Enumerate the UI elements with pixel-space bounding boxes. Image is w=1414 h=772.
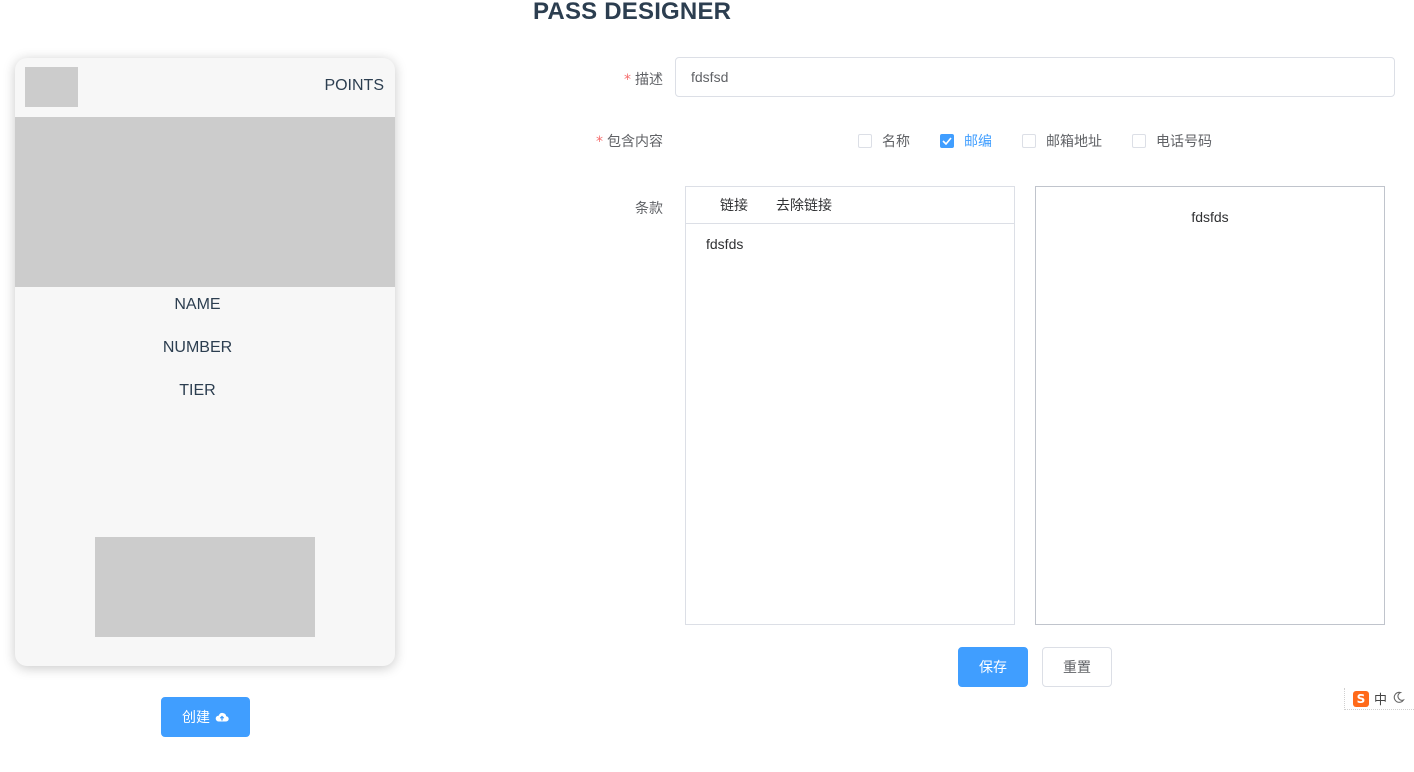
checkbox-email-address[interactable]: 邮箱地址 (1022, 131, 1102, 151)
pass-barcode-placeholder (95, 537, 315, 637)
checkbox-postcode[interactable]: 邮编 (940, 131, 992, 151)
checkbox-phone-number[interactable]: 电话号码 (1132, 131, 1212, 151)
moon-icon[interactable] (1392, 691, 1405, 707)
pass-field-name: NAME (174, 296, 221, 313)
description-input[interactable] (675, 57, 1395, 97)
pass-strip-image-placeholder (15, 117, 395, 287)
checkbox-name[interactable]: 名称 (858, 131, 910, 151)
ime-mode-toggle[interactable]: 中 (1374, 689, 1387, 708)
required-asterisk: * (596, 134, 603, 150)
page-title: PASS DESIGNER (533, 0, 732, 25)
terms-preview: fdsfds (1035, 186, 1385, 625)
ime-toolbar[interactable]: S 中 (1344, 688, 1414, 710)
link-button[interactable]: 链接 (720, 195, 748, 215)
pass-logo-placeholder (25, 67, 78, 107)
save-button[interactable]: 保存 (958, 647, 1028, 687)
required-asterisk: * (624, 72, 631, 88)
contents-label: * 包含内容 (596, 134, 663, 150)
reset-button[interactable]: 重置 (1042, 647, 1112, 687)
create-button-label: 创建 (182, 710, 210, 726)
pass-card: POINTS NAME NUMBER TIER (15, 58, 395, 666)
create-button[interactable]: 创建 (161, 697, 250, 737)
editor-toolbar: 链接 去除链接 (686, 187, 1014, 224)
terms-label: 条款 (635, 201, 663, 217)
checkbox-box (858, 134, 872, 148)
description-label: * 描述 (624, 72, 663, 88)
ime-logo-icon[interactable]: S (1353, 690, 1369, 707)
checkbox-box (1022, 134, 1036, 148)
terms-editor: 链接 去除链接 fdsfds (685, 186, 1015, 625)
editor-content[interactable]: fdsfds (686, 224, 1014, 264)
checkbox-box (1132, 134, 1146, 148)
pass-designer-page: PASS DESIGNER POINTS NAME NUMBER TIER 创建… (0, 0, 1414, 772)
pass-field-number: NUMBER (162, 339, 233, 356)
unlink-button[interactable]: 去除链接 (776, 195, 832, 215)
pass-field-tier: TIER (179, 382, 216, 399)
terms-preview-text: fdsfds (1191, 209, 1229, 225)
pass-points-label: POINTS (324, 77, 384, 94)
cloud-upload-icon (215, 711, 229, 723)
checkmark-icon (940, 134, 954, 148)
